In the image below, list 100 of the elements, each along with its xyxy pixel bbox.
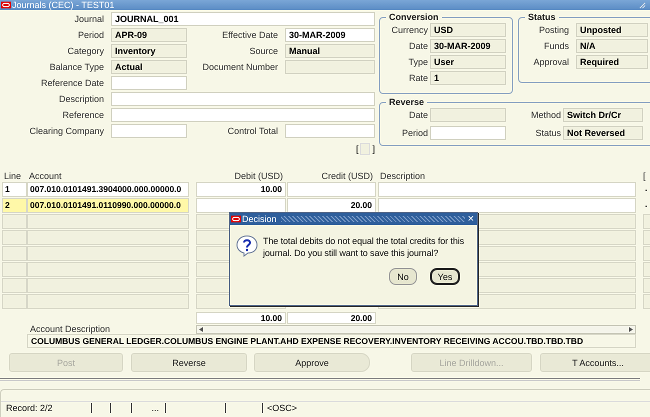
input-field[interactable] (430, 108, 506, 122)
input-field[interactable]: Inventory (111, 44, 187, 58)
input-field[interactable] (285, 124, 375, 138)
table-cell[interactable]: 20.00 (287, 198, 376, 213)
field-label: Description (58, 94, 104, 104)
status-text: <OSC> (266, 403, 298, 413)
table-cell[interactable] (196, 198, 286, 213)
table-cell[interactable] (27, 278, 189, 293)
field-label: Rate (408, 73, 428, 83)
record-status: Record: 2/2 (1, 403, 92, 413)
field-label: Funds (542, 41, 569, 51)
input-field[interactable] (285, 60, 375, 74)
input-field[interactable]: APR-09 (111, 28, 187, 42)
field-label: Reference (61, 110, 104, 120)
input-field[interactable]: JOURNAL_001 (111, 12, 375, 26)
action-button[interactable]: Reverse (131, 353, 247, 372)
dialog-title: Decision (242, 214, 277, 224)
table-cell-text: . (644, 198, 648, 211)
field-label: Date (408, 110, 428, 120)
input-field[interactable]: 30-MAR-2009 (285, 28, 375, 42)
oracle-logo-icon (231, 215, 241, 223)
horizontal-scrollbar[interactable] (196, 324, 636, 334)
input-field[interactable]: N/A (576, 39, 648, 53)
input-field[interactable]: Not Reversed (563, 126, 643, 140)
table-cell[interactable] (2, 246, 27, 261)
field-label: Period (400, 128, 428, 138)
input-field[interactable]: Switch Dr/Cr (563, 108, 643, 122)
table-cell[interactable] (2, 278, 27, 293)
input-field[interactable]: User (430, 55, 506, 69)
column-header: Line (3, 170, 22, 180)
column-header: Account (28, 170, 63, 180)
table-cell[interactable] (287, 182, 376, 197)
table-cell[interactable] (2, 230, 27, 245)
table-cell[interactable] (27, 230, 189, 245)
table-cell[interactable] (27, 294, 189, 309)
status-text: ... (132, 403, 166, 413)
field-label: Reference Date (40, 78, 104, 88)
input-field[interactable]: Required (576, 55, 648, 69)
field-label: Period (76, 30, 104, 40)
context-field[interactable] (360, 143, 370, 155)
table-cell[interactable] (2, 214, 27, 229)
table-cell[interactable] (378, 182, 636, 197)
input-field[interactable]: Actual (111, 60, 187, 74)
column-header: Credit (USD) (320, 170, 374, 180)
action-button[interactable]: T Accounts... (540, 353, 650, 372)
table-cell[interactable]: 2 (2, 198, 27, 213)
field-label: Method (530, 110, 561, 120)
panel-title: Status (527, 12, 557, 22)
table-cell[interactable]: 007.010.0101491.3904000.000.00000.0 (27, 182, 189, 197)
input-field[interactable] (111, 108, 375, 122)
action-button[interactable]: Approve (254, 353, 370, 372)
table-cell[interactable] (27, 214, 189, 229)
field-label: Currency (390, 25, 428, 35)
field-label: Date (408, 41, 428, 51)
field-label: Posting (538, 25, 569, 35)
table-cell[interactable]: 007.010.0101491.0110990.000.00000.0 (27, 198, 189, 213)
field-label: Status (534, 128, 561, 138)
close-button[interactable]: × (464, 214, 477, 224)
column-header: Debit (USD) (233, 170, 284, 180)
dialog-message: The total debits do not equal the total credits for this journal. Do you still want to save this journal? (263, 235, 466, 259)
input-field[interactable]: 1 (430, 71, 506, 85)
column-header: [ (643, 170, 647, 180)
table-cell[interactable] (27, 262, 189, 277)
window-title: Journals (CEC) - TEST01 (12, 0, 114, 10)
dialog-button[interactable]: Yes (430, 268, 460, 285)
field-label: Control Total (226, 126, 278, 136)
table-cell-text: . (644, 182, 648, 195)
input-field[interactable]: USD (430, 23, 506, 37)
field-label: Type (407, 57, 428, 67)
table-cell[interactable]: 1 (2, 182, 27, 197)
field-label: Journal (73, 14, 104, 24)
field-label: Balance Type (48, 62, 104, 72)
panel-title: Reverse (388, 97, 426, 107)
input-field[interactable] (111, 76, 187, 90)
table-cell[interactable] (27, 246, 189, 261)
table-cell[interactable] (2, 294, 27, 309)
field-label: Effective Date (221, 30, 278, 40)
account-description-field[interactable]: COLUMBUS GENERAL LEDGER.COLUMBUS ENGINE PLANT.AHD EXPENSE RECOVERY.INVENTORY RECEIVING ACCOU.TBD.TBD.TBD (27, 334, 636, 348)
table-cell[interactable]: 10.00 (196, 182, 286, 197)
resize-icon[interactable] (639, 2, 646, 8)
input-field[interactable]: Manual (285, 44, 375, 58)
input-field[interactable] (111, 92, 375, 106)
field-label: Category (66, 46, 104, 56)
table-cell[interactable] (2, 262, 27, 277)
panel-title: Conversion (388, 12, 440, 22)
question-icon (236, 235, 258, 257)
input-field[interactable]: Unposted (576, 23, 648, 37)
credit-total: 20.00 (287, 312, 376, 324)
field-label: Source (248, 46, 278, 56)
field-label: Approval (532, 57, 569, 67)
dialog-button[interactable]: No (389, 268, 417, 285)
column-header: Description (379, 170, 426, 180)
oracle-logo-icon (1, 1, 11, 9)
field-label: Account Description (29, 324, 112, 334)
bracket-text: ] (372, 144, 375, 154)
table-cell[interactable] (378, 198, 636, 213)
input-field[interactable] (430, 126, 506, 140)
bracket-text: [ (356, 144, 358, 154)
input-field[interactable]: 30-MAR-2009 (430, 39, 506, 53)
input-field[interactable] (111, 124, 187, 138)
